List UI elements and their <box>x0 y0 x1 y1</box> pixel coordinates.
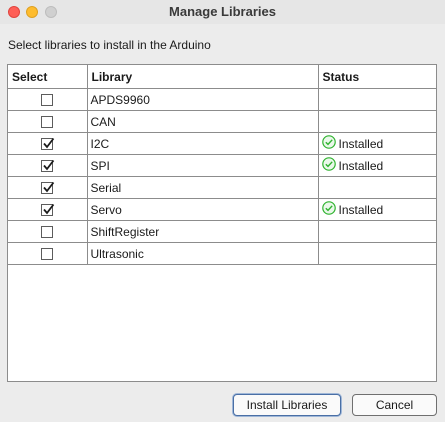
window-title: Manage Libraries <box>169 4 276 19</box>
select-cell <box>8 132 88 155</box>
libraries-table: Select Library Status APDS9960 CAN I2C Inst… <box>7 64 437 382</box>
status-cell: Installed <box>318 154 437 177</box>
status-text: Installed <box>338 158 384 173</box>
library-checkbox[interactable] <box>41 182 55 195</box>
status-cell: Installed <box>318 132 437 155</box>
status-badge: Installed <box>321 157 437 174</box>
library-column-header[interactable]: Library <box>87 65 319 89</box>
check-circle-icon <box>321 135 336 152</box>
select-cell <box>8 154 88 177</box>
status-cell <box>318 176 436 199</box>
table-row[interactable]: APDS9960 <box>8 88 436 111</box>
library-name: Ultrasonic <box>87 242 319 265</box>
table-row[interactable]: I2C Installed <box>8 132 437 155</box>
status-cell <box>318 242 436 265</box>
library-name: ShiftRegister <box>87 220 319 243</box>
table-row[interactable]: CAN <box>8 110 436 133</box>
status-text: Installed <box>338 202 384 217</box>
cancel-button[interactable]: Cancel <box>352 394 437 416</box>
status-badge: Installed <box>321 135 437 152</box>
select-cell <box>8 110 88 133</box>
library-name: APDS9960 <box>87 88 319 111</box>
table-row[interactable]: Servo Installed <box>8 198 437 221</box>
select-cell <box>8 88 88 111</box>
select-column-header[interactable]: Select <box>8 65 88 89</box>
select-cell <box>8 242 88 265</box>
select-cell <box>8 198 88 221</box>
library-checkbox[interactable] <box>41 138 55 151</box>
library-checkbox[interactable] <box>41 248 54 261</box>
library-name: I2C <box>87 132 319 155</box>
table-header-row: Select Library Status <box>8 65 436 89</box>
library-checkbox[interactable] <box>41 94 54 107</box>
table-row[interactable]: SPI Installed <box>8 154 437 177</box>
library-checkbox[interactable] <box>41 226 54 239</box>
status-cell <box>318 220 436 243</box>
check-circle-icon <box>321 157 336 174</box>
status-text: Installed <box>338 136 384 151</box>
table-row[interactable]: ShiftRegister <box>8 220 436 243</box>
status-column-header[interactable]: Status <box>318 65 436 89</box>
check-circle-icon <box>321 201 336 218</box>
library-name: Servo <box>87 198 319 221</box>
library-name: SPI <box>87 154 319 177</box>
library-name: Serial <box>87 176 319 199</box>
table-row[interactable]: Ultrasonic <box>8 242 436 265</box>
status-badge: Installed <box>321 201 437 218</box>
select-cell <box>8 220 88 243</box>
library-checkbox[interactable] <box>41 204 55 217</box>
library-name: CAN <box>87 110 319 133</box>
install-libraries-button[interactable]: Install Libraries <box>233 394 341 416</box>
select-cell <box>8 176 88 199</box>
status-cell <box>318 88 436 111</box>
library-checkbox[interactable] <box>41 116 54 129</box>
library-checkbox[interactable] <box>41 160 55 173</box>
status-cell <box>318 110 436 133</box>
instructions-text: Select libraries to install in the Ardui… <box>8 38 211 52</box>
title-bar: Manage Libraries <box>0 0 445 24</box>
table-row[interactable]: Serial <box>8 176 436 199</box>
status-cell: Installed <box>318 198 437 221</box>
